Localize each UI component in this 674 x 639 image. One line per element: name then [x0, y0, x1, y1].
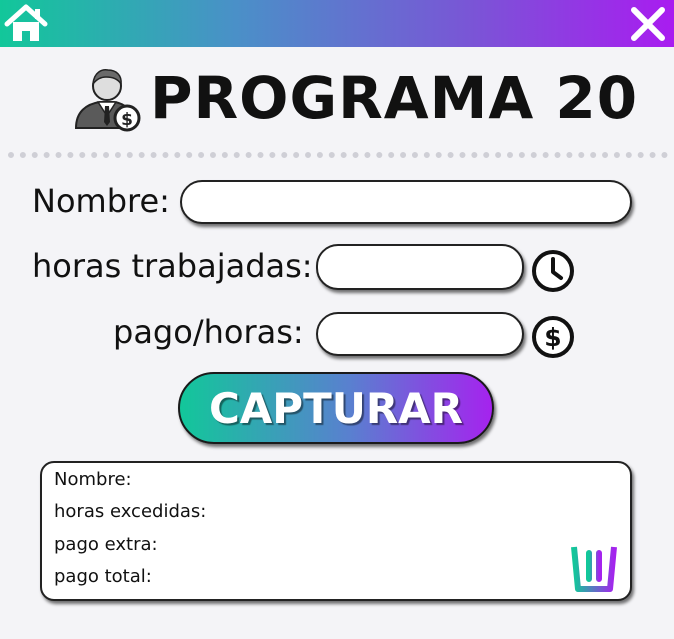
result-pago-total: pago total:	[54, 566, 152, 587]
top-bar	[0, 0, 674, 47]
pago-horas-input[interactable]	[316, 312, 524, 356]
svg-text:$: $	[121, 110, 133, 130]
capturar-button[interactable]: CAPTURAR	[178, 372, 494, 444]
pago-horas-label: pago/horas:	[113, 313, 304, 351]
businessman-dollar-icon: $	[74, 69, 141, 132]
app-window: $ PROGRAMA 20 Nombre: horas trabajadas: …	[0, 0, 674, 639]
result-horas-excedidas: horas excedidas:	[54, 501, 207, 522]
clock-icon	[532, 250, 574, 292]
home-icon	[4, 4, 48, 41]
dollar-circle-icon: $	[532, 316, 574, 358]
trash-icon	[565, 530, 623, 592]
result-nombre: Nombre:	[54, 469, 132, 490]
nombre-input[interactable]	[180, 180, 632, 224]
svg-text:$: $	[544, 323, 561, 352]
close-button[interactable]	[630, 6, 666, 42]
horas-trabajadas-label: horas trabajadas:	[32, 247, 313, 285]
result-pago-extra: pago extra:	[54, 534, 158, 555]
horas-trabajadas-input[interactable]	[316, 244, 524, 290]
results-panel: Nombre: horas excedidas: pago extra: pag…	[40, 461, 632, 601]
page-title: PROGRAMA 20	[150, 64, 639, 132]
home-button[interactable]	[4, 4, 48, 44]
nombre-label: Nombre:	[32, 182, 170, 220]
close-icon	[631, 7, 665, 41]
separator	[8, 152, 668, 158]
clear-button[interactable]	[562, 527, 626, 595]
title-row: $ PROGRAMA 20	[72, 62, 638, 134]
